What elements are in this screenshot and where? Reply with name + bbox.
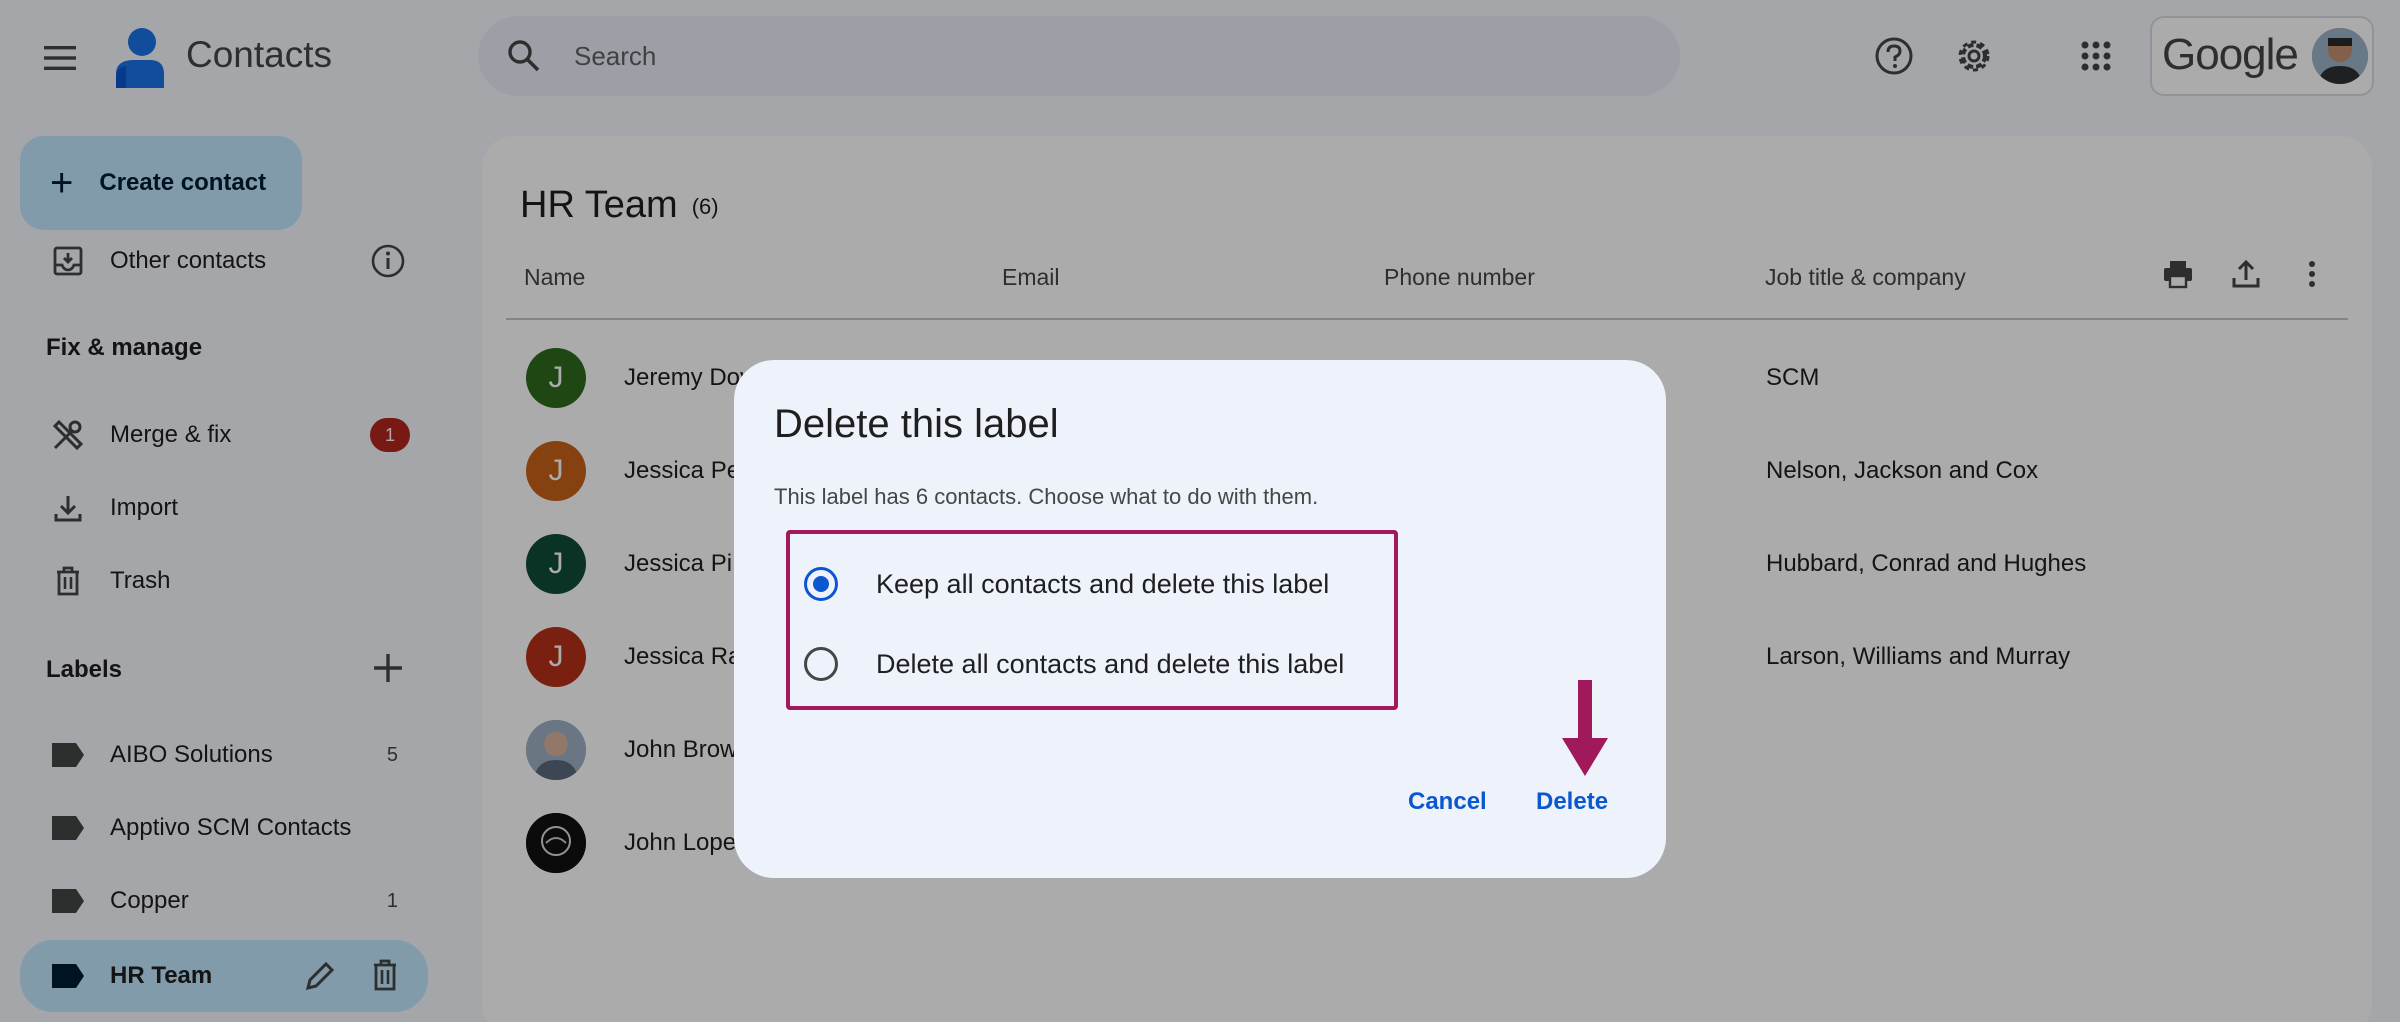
option-label: Keep all contacts and delete this label bbox=[876, 568, 1330, 599]
delete-label-dialog: Delete this label This label has 6 conta… bbox=[734, 360, 1666, 878]
cancel-button[interactable]: Cancel bbox=[1408, 788, 1487, 816]
option-keep-contacts[interactable]: Keep all contacts and delete this label bbox=[804, 554, 1329, 614]
option-delete-contacts[interactable]: Delete all contacts and delete this labe… bbox=[804, 634, 1344, 694]
dialog-title: Delete this label bbox=[774, 402, 1059, 446]
options-highlight-box: Keep all contacts and delete this label … bbox=[786, 530, 1398, 710]
arrow-down-annotation-icon bbox=[1562, 680, 1608, 781]
radio-selected[interactable] bbox=[804, 567, 838, 601]
contacts-app: Contacts Google + Create contact bbox=[0, 0, 2400, 1022]
delete-button[interactable]: Delete bbox=[1536, 788, 1608, 816]
option-label: Delete all contacts and delete this labe… bbox=[876, 648, 1345, 679]
radio-unselected[interactable] bbox=[804, 647, 838, 681]
dialog-subtitle: This label has 6 contacts. Choose what t… bbox=[774, 484, 1319, 509]
